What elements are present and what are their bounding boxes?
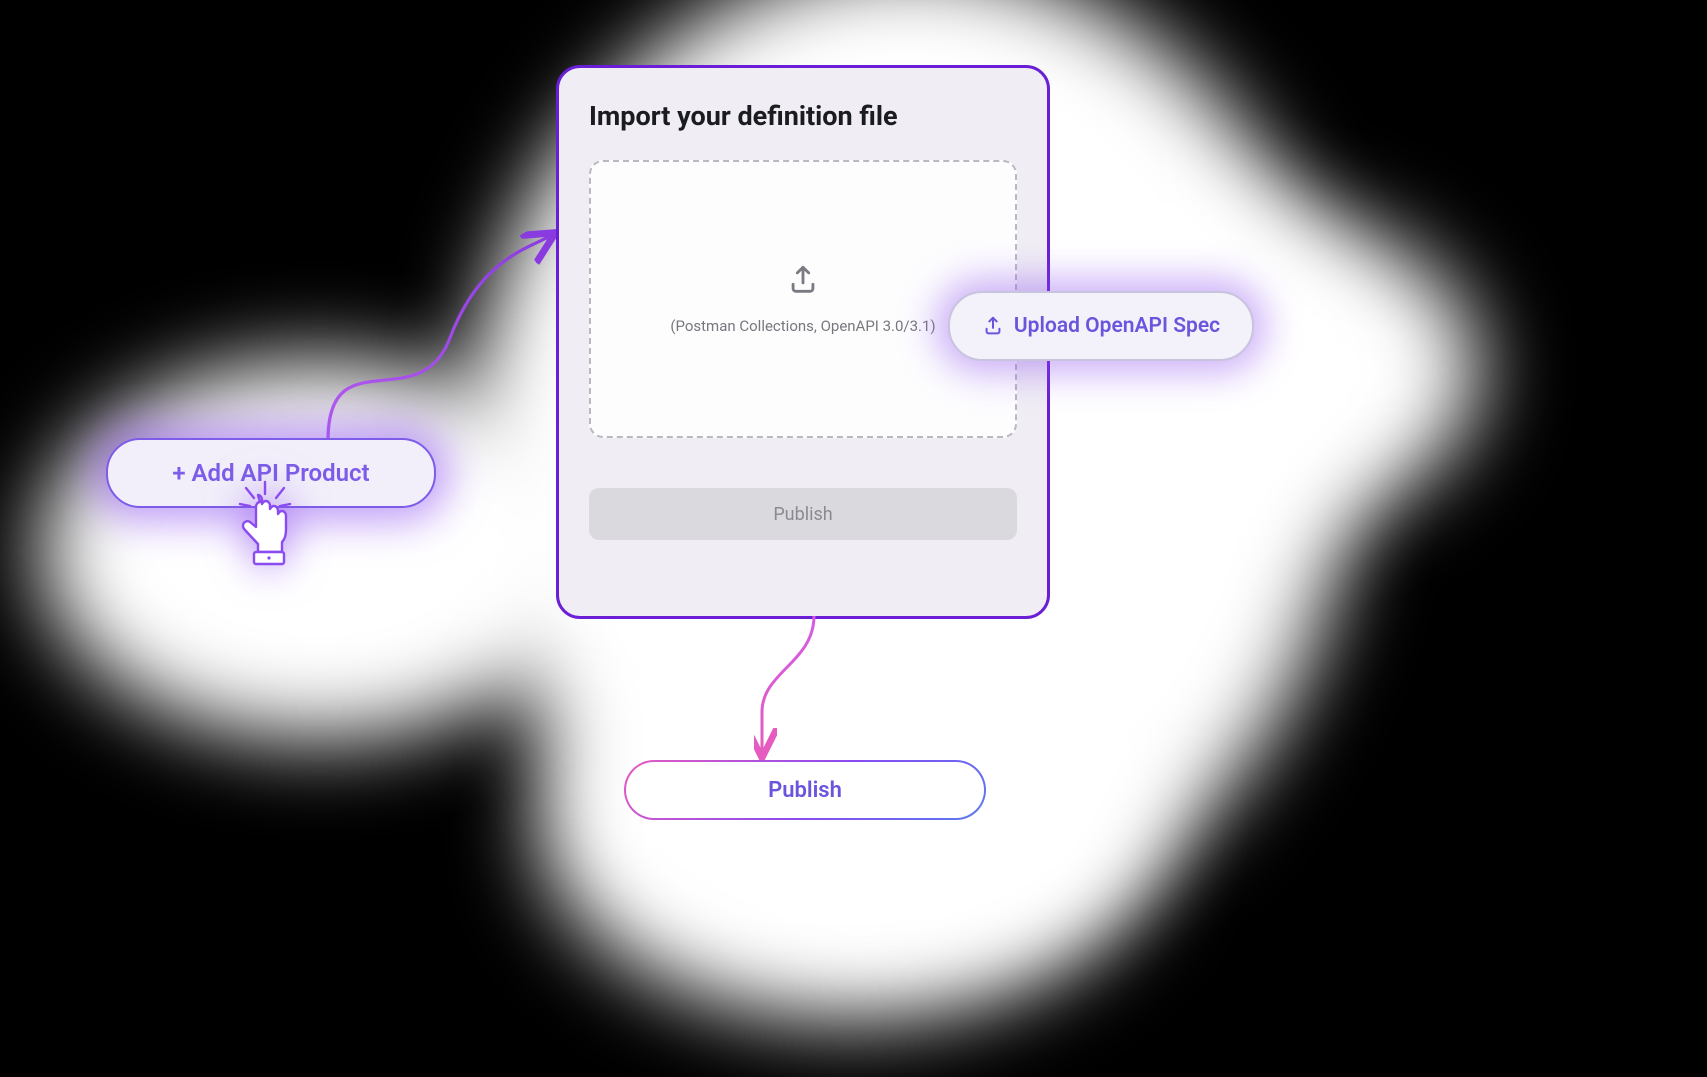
- publish-label: Publish: [768, 778, 842, 803]
- arrow-panel-to-publish: [754, 612, 844, 772]
- backdrop-cloud: [540, 620, 1160, 1020]
- upload-icon: [786, 263, 820, 297]
- panel-title: Import your definition file: [589, 100, 1017, 132]
- dropzone-hint: (Postman Collections, OpenAPI 3.0/3.1): [670, 317, 935, 335]
- upload-openapi-label: Upload OpenAPI Spec: [1014, 314, 1220, 338]
- publish-button[interactable]: Publish: [624, 760, 986, 820]
- diagram-stage: Import your definition file (Postman Col…: [0, 0, 1707, 1077]
- pointer-hand-icon: [230, 480, 300, 580]
- publish-button-disabled: Publish: [589, 488, 1017, 540]
- file-dropzone[interactable]: (Postman Collections, OpenAPI 3.0/3.1): [589, 160, 1017, 438]
- upload-openapi-button[interactable]: Upload OpenAPI Spec: [948, 291, 1254, 361]
- upload-icon: [982, 315, 1004, 337]
- arrow-add-to-panel: [300, 218, 570, 468]
